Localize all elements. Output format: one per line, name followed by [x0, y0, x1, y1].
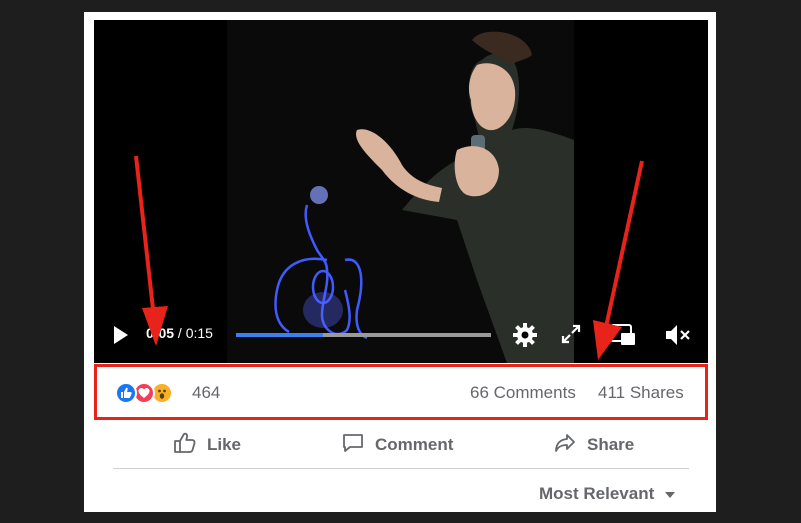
comment-label: Comment: [375, 435, 454, 454]
play-icon[interactable]: [112, 325, 130, 350]
video-player[interactable]: 0:05 / 0:15: [94, 20, 708, 363]
video-frame: [227, 20, 574, 363]
post-actions-bar: Like Comment Share: [113, 423, 689, 467]
video-scene: [274, 31, 574, 363]
comments-count-link[interactable]: 66 Comments: [470, 383, 576, 403]
reaction-icons[interactable]: [115, 382, 183, 404]
comment-button[interactable]: Comment: [341, 423, 453, 467]
comments-sort-dropdown[interactable]: Most Relevant: [539, 484, 676, 504]
sort-label: Most Relevant: [539, 484, 655, 503]
caret-down-icon: [654, 484, 676, 504]
current-time: 0:05: [146, 325, 175, 341]
reaction-count[interactable]: 464: [192, 383, 220, 403]
time-separator: /: [174, 325, 186, 341]
like-button[interactable]: Like: [173, 423, 241, 467]
like-label: Like: [207, 435, 242, 454]
video-progress-bar[interactable]: [236, 333, 491, 337]
expand-icon[interactable]: [559, 322, 583, 351]
post-stats-bar: 464 66 Comments 411 Shares: [100, 365, 707, 420]
share-label: Share: [587, 435, 635, 454]
video-controls: 0:05 / 0:15: [94, 313, 708, 363]
speech-bubble-icon: [341, 431, 375, 460]
share-arrow-icon: [553, 431, 587, 460]
share-button[interactable]: Share: [553, 423, 634, 467]
speaker-muted-icon[interactable]: [664, 322, 692, 353]
actions-divider: [113, 468, 689, 469]
duration: 0:15: [185, 325, 213, 341]
video-progress-fill: [236, 333, 323, 337]
gear-icon[interactable]: [512, 322, 538, 353]
like-reaction-icon: [115, 382, 137, 404]
cast-icon[interactable]: [609, 322, 637, 353]
shares-count-link[interactable]: 411 Shares: [598, 383, 684, 403]
video-time: 0:05 / 0:15: [146, 325, 213, 341]
thumbs-up-icon: [173, 431, 207, 460]
